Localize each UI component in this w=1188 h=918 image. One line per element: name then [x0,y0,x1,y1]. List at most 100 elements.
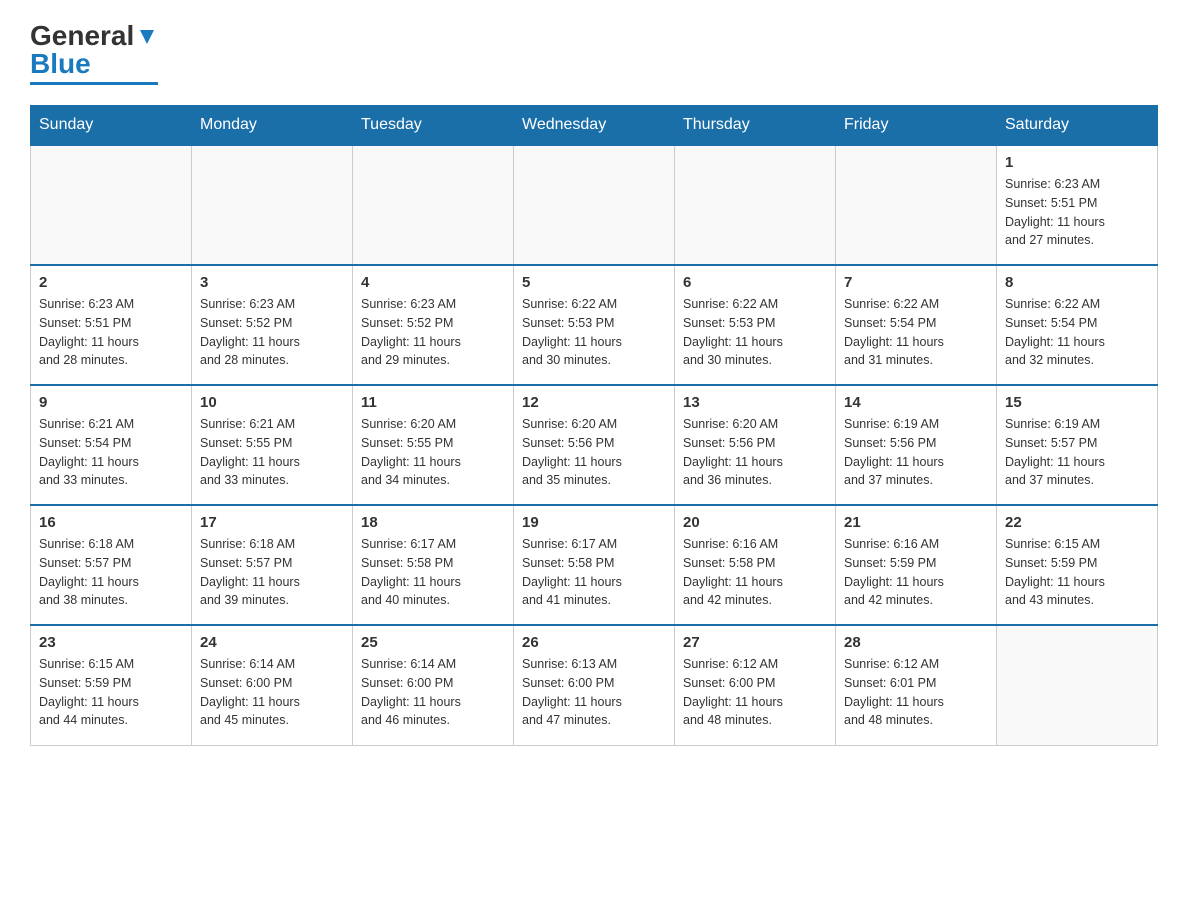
day-info: Sunrise: 6:21 AM Sunset: 5:55 PM Dayligh… [200,415,344,490]
calendar-cell: 6 Sunrise: 6:22 AM Sunset: 5:53 PM Daylig… [675,265,836,385]
day-number: 22 [1005,514,1149,531]
calendar-cell: 16 Sunrise: 6:18 AM Sunset: 5:57 PM Dayli… [31,505,192,625]
calendar-cell: 18 Sunrise: 6:17 AM Sunset: 5:58 PM Dayli… [353,505,514,625]
logo-blue-text: Blue [30,48,91,80]
day-number: 26 [522,634,666,651]
day-info: Sunrise: 6:20 AM Sunset: 5:55 PM Dayligh… [361,415,505,490]
day-number: 27 [683,634,827,651]
calendar-cell: 26 Sunrise: 6:13 AM Sunset: 6:00 PM Dayli… [514,625,675,745]
logo: General Blue [30,20,158,85]
day-info: Sunrise: 6:22 AM Sunset: 5:53 PM Dayligh… [683,295,827,370]
calendar-cell: 13 Sunrise: 6:20 AM Sunset: 5:56 PM Dayli… [675,385,836,505]
day-number: 5 [522,274,666,291]
day-number: 25 [361,634,505,651]
day-info: Sunrise: 6:14 AM Sunset: 6:00 PM Dayligh… [361,655,505,730]
calendar-cell: 28 Sunrise: 6:12 AM Sunset: 6:01 PM Dayli… [836,625,997,745]
calendar-cell [836,145,997,265]
day-number: 28 [844,634,988,651]
col-saturday: Saturday [997,106,1158,146]
col-sunday: Sunday [31,106,192,146]
calendar-cell: 11 Sunrise: 6:20 AM Sunset: 5:55 PM Dayli… [353,385,514,505]
calendar-cell: 8 Sunrise: 6:22 AM Sunset: 5:54 PM Daylig… [997,265,1158,385]
calendar-table: Sunday Monday Tuesday Wednesday Thursday… [30,105,1158,746]
calendar-cell: 15 Sunrise: 6:19 AM Sunset: 5:57 PM Dayli… [997,385,1158,505]
calendar-cell: 2 Sunrise: 6:23 AM Sunset: 5:51 PM Daylig… [31,265,192,385]
calendar-cell: 27 Sunrise: 6:12 AM Sunset: 6:00 PM Dayli… [675,625,836,745]
day-info: Sunrise: 6:23 AM Sunset: 5:52 PM Dayligh… [200,295,344,370]
logo-underline [30,82,158,85]
day-number: 6 [683,274,827,291]
calendar-cell: 20 Sunrise: 6:16 AM Sunset: 5:58 PM Dayli… [675,505,836,625]
day-number: 2 [39,274,183,291]
calendar-cell: 7 Sunrise: 6:22 AM Sunset: 5:54 PM Daylig… [836,265,997,385]
calendar-cell: 14 Sunrise: 6:19 AM Sunset: 5:56 PM Dayli… [836,385,997,505]
day-info: Sunrise: 6:19 AM Sunset: 5:57 PM Dayligh… [1005,415,1149,490]
calendar-cell: 17 Sunrise: 6:18 AM Sunset: 5:57 PM Dayli… [192,505,353,625]
calendar-cell: 5Sunrise: 6:22 AM Sunset: 5:53 PM Daylig… [514,265,675,385]
day-number: 9 [39,394,183,411]
day-info: Sunrise: 6:20 AM Sunset: 5:56 PM Dayligh… [683,415,827,490]
calendar-cell: 4Sunrise: 6:23 AM Sunset: 5:52 PM Daylig… [353,265,514,385]
calendar-cell: 21 Sunrise: 6:16 AM Sunset: 5:59 PM Dayli… [836,505,997,625]
day-number: 11 [361,394,505,411]
col-thursday: Thursday [675,106,836,146]
day-number: 14 [844,394,988,411]
day-info: Sunrise: 6:15 AM Sunset: 5:59 PM Dayligh… [39,655,183,730]
col-friday: Friday [836,106,997,146]
day-number: 1 [1005,154,1149,171]
calendar-cell [997,625,1158,745]
day-info: Sunrise: 6:18 AM Sunset: 5:57 PM Dayligh… [200,535,344,610]
day-info: Sunrise: 6:17 AM Sunset: 5:58 PM Dayligh… [361,535,505,610]
col-monday: Monday [192,106,353,146]
day-info: Sunrise: 6:23 AM Sunset: 5:51 PM Dayligh… [1005,175,1149,250]
calendar-cell: 22Sunrise: 6:15 AM Sunset: 5:59 PM Dayli… [997,505,1158,625]
calendar-week-row: 9 Sunrise: 6:21 AM Sunset: 5:54 PM Daylig… [31,385,1158,505]
calendar-cell: 3 Sunrise: 6:23 AM Sunset: 5:52 PM Daylig… [192,265,353,385]
calendar-cell: 24Sunrise: 6:14 AM Sunset: 6:00 PM Dayli… [192,625,353,745]
calendar-cell: 12Sunrise: 6:20 AM Sunset: 5:56 PM Dayli… [514,385,675,505]
day-info: Sunrise: 6:12 AM Sunset: 6:00 PM Dayligh… [683,655,827,730]
day-number: 20 [683,514,827,531]
day-info: Sunrise: 6:17 AM Sunset: 5:58 PM Dayligh… [522,535,666,610]
day-info: Sunrise: 6:19 AM Sunset: 5:56 PM Dayligh… [844,415,988,490]
day-info: Sunrise: 6:12 AM Sunset: 6:01 PM Dayligh… [844,655,988,730]
day-info: Sunrise: 6:18 AM Sunset: 5:57 PM Dayligh… [39,535,183,610]
calendar-cell: 10Sunrise: 6:21 AM Sunset: 5:55 PM Dayli… [192,385,353,505]
day-info: Sunrise: 6:23 AM Sunset: 5:52 PM Dayligh… [361,295,505,370]
col-tuesday: Tuesday [353,106,514,146]
calendar-cell [353,145,514,265]
calendar-week-row: 2 Sunrise: 6:23 AM Sunset: 5:51 PM Daylig… [31,265,1158,385]
day-number: 7 [844,274,988,291]
day-info: Sunrise: 6:16 AM Sunset: 5:59 PM Dayligh… [844,535,988,610]
day-info: Sunrise: 6:21 AM Sunset: 5:54 PM Dayligh… [39,415,183,490]
calendar-week-row: 23 Sunrise: 6:15 AM Sunset: 5:59 PM Dayli… [31,625,1158,745]
day-number: 15 [1005,394,1149,411]
calendar-week-row: 16 Sunrise: 6:18 AM Sunset: 5:57 PM Dayli… [31,505,1158,625]
day-number: 24 [200,634,344,651]
day-info: Sunrise: 6:23 AM Sunset: 5:51 PM Dayligh… [39,295,183,370]
page-header: General Blue [30,20,1158,85]
day-number: 16 [39,514,183,531]
calendar-cell [192,145,353,265]
day-number: 13 [683,394,827,411]
day-info: Sunrise: 6:16 AM Sunset: 5:58 PM Dayligh… [683,535,827,610]
day-number: 3 [200,274,344,291]
day-number: 8 [1005,274,1149,291]
day-info: Sunrise: 6:20 AM Sunset: 5:56 PM Dayligh… [522,415,666,490]
calendar-cell [31,145,192,265]
day-info: Sunrise: 6:22 AM Sunset: 5:54 PM Dayligh… [844,295,988,370]
day-number: 21 [844,514,988,531]
calendar-cell: 23 Sunrise: 6:15 AM Sunset: 5:59 PM Dayli… [31,625,192,745]
day-info: Sunrise: 6:13 AM Sunset: 6:00 PM Dayligh… [522,655,666,730]
calendar-header-row: Sunday Monday Tuesday Wednesday Thursday… [31,106,1158,146]
day-number: 18 [361,514,505,531]
day-number: 19 [522,514,666,531]
calendar-week-row: 1 Sunrise: 6:23 AM Sunset: 5:51 PM Daylig… [31,145,1158,265]
day-number: 23 [39,634,183,651]
logo-triangle-icon [136,26,158,48]
calendar-cell [675,145,836,265]
calendar-cell: 9 Sunrise: 6:21 AM Sunset: 5:54 PM Daylig… [31,385,192,505]
day-number: 17 [200,514,344,531]
day-info: Sunrise: 6:22 AM Sunset: 5:54 PM Dayligh… [1005,295,1149,370]
calendar-cell [514,145,675,265]
